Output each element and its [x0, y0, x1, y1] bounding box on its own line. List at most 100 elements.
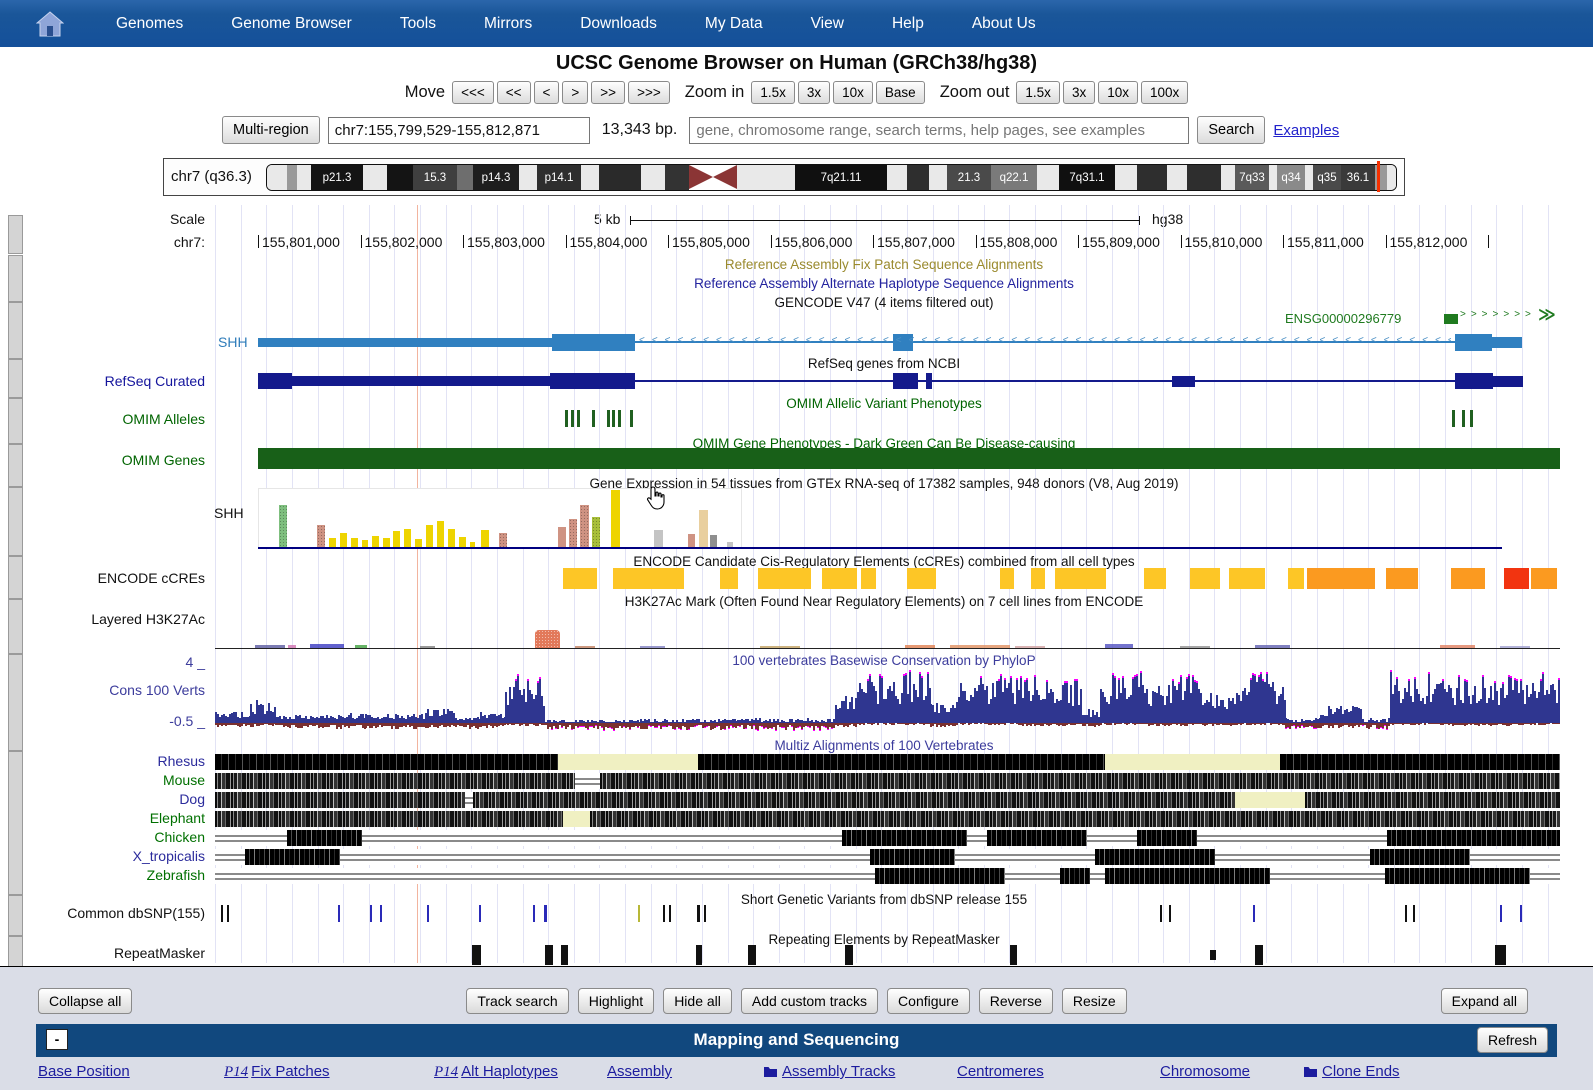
omim-gene-bar[interactable]	[258, 448, 1560, 469]
dbsnp-variant-tick[interactable]	[380, 905, 382, 922]
track-label-dog[interactable]: Dog	[0, 791, 205, 807]
ccre-element[interactable]	[720, 568, 738, 589]
gtex-bar[interactable]	[580, 505, 589, 547]
track-title[interactable]: Repeating Elements by RepeatMasker	[208, 932, 1560, 947]
gencode-exon[interactable]	[1492, 337, 1522, 348]
track-search-button[interactable]: Track search	[466, 988, 568, 1014]
move-button[interactable]: >	[562, 81, 588, 104]
move-button[interactable]: >>	[591, 81, 625, 104]
dbsnp-variant-tick[interactable]	[221, 905, 223, 922]
ccre-element[interactable]	[1190, 568, 1220, 589]
refseq-exon[interactable]	[550, 373, 635, 389]
chromosome-graphic[interactable]: p21.315.3p14.3p14.17q21.1121.3q22.17q31.…	[266, 164, 1397, 191]
track-label-rhesus[interactable]: Rhesus	[0, 753, 205, 769]
ccre-element[interactable]	[1504, 568, 1529, 589]
configure-button[interactable]: Configure	[887, 988, 970, 1014]
track-title[interactable]: Reference Assembly Fix Patch Sequence Al…	[208, 257, 1560, 272]
repeatmasker-element[interactable]	[1255, 945, 1263, 965]
repeatmasker-element[interactable]	[1210, 950, 1216, 960]
nav-item-help[interactable]: Help	[868, 15, 948, 33]
ccre-element[interactable]	[1031, 568, 1045, 589]
track-label-mouse[interactable]: Mouse	[0, 772, 205, 788]
zoom-in-button[interactable]: 10x	[833, 81, 873, 104]
track-title[interactable]: ENCODE Candidate Cis-Regulatory Elements…	[208, 554, 1560, 569]
gtex-bar[interactable]	[372, 536, 379, 547]
track-title[interactable]: GENCODE V47 (4 items filtered out)	[208, 295, 1560, 310]
dbsnp-variant-tick[interactable]	[1405, 905, 1407, 922]
omim-allele-tick[interactable]	[592, 410, 595, 427]
gtex-bar[interactable]	[688, 534, 695, 547]
nav-item-genomes[interactable]: Genomes	[92, 15, 207, 33]
nav-item-tools[interactable]: Tools	[376, 15, 460, 33]
repeatmasker-element[interactable]	[696, 945, 702, 965]
ccre-element[interactable]	[1288, 568, 1304, 589]
move-button[interactable]: <<<	[452, 81, 494, 104]
move-button[interactable]: >>>	[628, 81, 670, 104]
dbsnp-variant-tick[interactable]	[1413, 905, 1415, 922]
dbsnp-variant-tick[interactable]	[1500, 905, 1502, 922]
gtex-bar[interactable]	[654, 530, 663, 547]
track-title[interactable]: H3K27Ac Mark (Often Found Near Regulator…	[208, 594, 1560, 609]
nav-item-about-us[interactable]: About Us	[948, 15, 1060, 33]
gtex-bar[interactable]	[404, 529, 411, 547]
gtex-bar[interactable]	[448, 529, 455, 547]
track-title[interactable]: Multiz Alignments of 100 Vertebrates	[208, 738, 1560, 753]
track-link-base-position[interactable]: Base Position	[38, 1063, 130, 1080]
zoom-out-button[interactable]: 3x	[1063, 81, 1095, 104]
gtex-bar[interactable]	[499, 533, 507, 547]
track-label-shh[interactable]: SHH	[214, 505, 244, 521]
track-label-layered-h3k27ac[interactable]: Layered H3K27Ac	[0, 611, 205, 627]
zoom-in-button[interactable]: 1.5x	[751, 81, 795, 104]
hide-all-button[interactable]: Hide all	[663, 988, 732, 1014]
zoom-out-button[interactable]: 100x	[1141, 81, 1188, 104]
omim-allele-tick[interactable]	[577, 410, 580, 427]
refresh-button[interactable]: Refresh	[1477, 1027, 1548, 1053]
ccre-element[interactable]	[1531, 568, 1557, 589]
omim-allele-tick[interactable]	[618, 410, 621, 427]
gtex-bar[interactable]	[699, 510, 708, 547]
dbsnp-variant-tick[interactable]	[1520, 905, 1522, 922]
ccre-element[interactable]	[861, 568, 876, 589]
ccre-element[interactable]	[822, 568, 857, 589]
omim-allele-tick[interactable]	[630, 410, 633, 427]
gtex-bar[interactable]	[329, 538, 336, 547]
dbsnp-variant-tick[interactable]	[704, 905, 706, 922]
track-link-assembly-tracks[interactable]: Assembly Tracks	[763, 1063, 895, 1080]
expand-all-button[interactable]: Expand all	[1441, 988, 1528, 1014]
track-drag-handle[interactable]	[8, 255, 23, 302]
move-button[interactable]: <<	[497, 81, 531, 104]
nav-item-my-data[interactable]: My Data	[681, 15, 787, 33]
ccre-element[interactable]	[758, 568, 811, 589]
gtex-bar[interactable]	[317, 525, 325, 547]
dbsnp-variant-tick[interactable]	[663, 905, 665, 922]
track-title[interactable]: 100 vertebrates Basewise Conservation by…	[208, 653, 1560, 668]
track-link-chromosome[interactable]: Chromosome	[1160, 1063, 1250, 1080]
refseq-exon[interactable]	[258, 373, 292, 389]
nav-item-view[interactable]: View	[787, 15, 868, 33]
track-link-assembly[interactable]: Assembly	[607, 1063, 672, 1080]
home-icon[interactable]	[36, 11, 64, 37]
move-button[interactable]: <	[534, 81, 560, 104]
gtex-bar[interactable]	[611, 490, 620, 547]
omim-allele-tick[interactable]	[612, 410, 615, 427]
track-label-zebrafish[interactable]: Zebrafish	[0, 867, 205, 883]
track-label-x-tropicalis[interactable]: X_tropicalis	[0, 848, 205, 864]
zoom-in-button[interactable]: 3x	[798, 81, 830, 104]
zoom-out-button[interactable]: 1.5x	[1016, 81, 1060, 104]
ccre-element[interactable]	[1307, 568, 1375, 589]
ccre-element[interactable]	[1000, 568, 1014, 589]
repeatmasker-element[interactable]	[545, 945, 553, 965]
track-link-clone-ends[interactable]: Clone Ends	[1303, 1063, 1400, 1080]
dbsnp-variant-tick[interactable]	[1253, 905, 1255, 922]
dbsnp-variant-tick[interactable]	[544, 905, 547, 922]
ccre-element[interactable]	[1144, 568, 1166, 589]
ccre-element[interactable]	[1386, 568, 1418, 589]
omim-allele-tick[interactable]	[565, 410, 568, 427]
add-custom-tracks-button[interactable]: Add custom tracks	[741, 988, 878, 1014]
ensg-gene-box[interactable]	[1444, 314, 1458, 324]
track-label-elephant[interactable]: Elephant	[0, 810, 205, 826]
refseq-exon[interactable]	[1493, 376, 1523, 387]
gtex-bar[interactable]	[362, 540, 368, 547]
gencode-exon[interactable]	[552, 334, 635, 351]
gtex-bar[interactable]	[351, 538, 358, 547]
